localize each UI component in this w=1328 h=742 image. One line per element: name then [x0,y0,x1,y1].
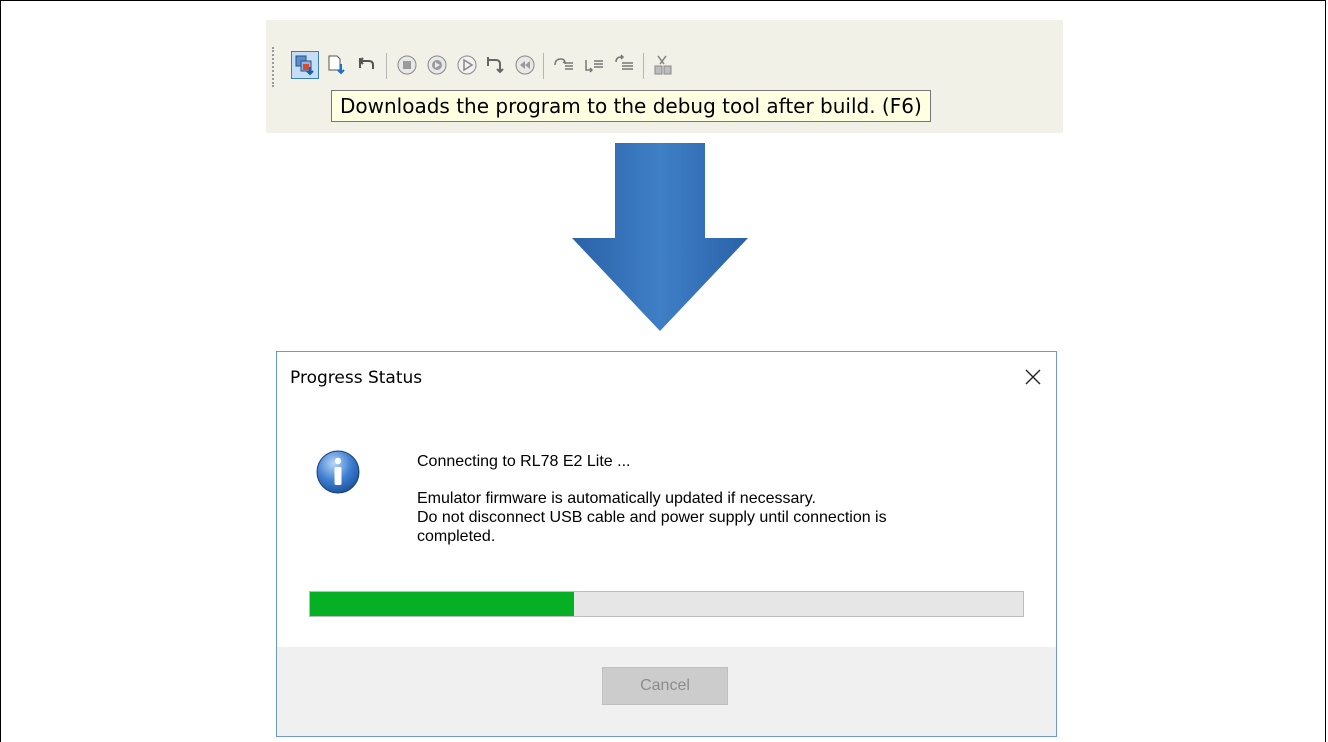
progress-bar [309,591,1024,617]
step-over-button[interactable] [580,51,608,79]
run-button[interactable] [453,51,481,79]
down-arrow-icon [572,143,748,331]
go-icon [427,55,447,75]
toolbar-tooltip: Downloads the program to the debug tool … [331,90,931,122]
step-in-button[interactable] [550,51,578,79]
close-button[interactable] [1018,362,1048,392]
download-icon [328,55,345,75]
toolbar-screenshot: Downloads the program to the debug tool … [266,20,1063,133]
disconnect-icon [358,57,374,69]
toolbar-separator [643,53,644,79]
step-in-icon [554,58,573,70]
restart-button[interactable] [511,51,539,79]
trace-button[interactable] [650,51,678,79]
return-out-button[interactable] [610,51,638,79]
toolbar-separator [386,53,387,79]
progress-status-dialog: Progress Status Connecting to RL78 E2 Li… [276,351,1057,737]
cpu-reset-icon [487,57,504,74]
build-download-icon [295,55,314,76]
debug-toolbar [266,33,906,95]
info-icon [316,450,360,494]
stop-icon [397,55,417,75]
toolbar-grip[interactable] [272,47,276,87]
return-out-icon [615,54,633,70]
cpu-reset-button[interactable] [481,51,509,79]
connecting-message: Connecting to RL78 E2 Lite ... [417,453,631,470]
cancel-button[interactable]: Cancel [602,667,728,705]
toolbar-separator [543,53,544,79]
close-icon [1025,369,1041,385]
stop-button[interactable] [393,51,421,79]
run-icon [457,55,477,75]
download-button[interactable] [323,51,351,79]
build-download-button[interactable] [291,51,319,79]
firmware-message: Emulator firmware is automatically updat… [417,490,816,507]
dialog-footer: Cancel [277,647,1056,736]
warning-message-cont: completed. [417,528,496,545]
progress-fill [310,592,574,616]
restart-icon [515,55,535,75]
dialog-title: Progress Status [290,368,423,388]
warning-message: Do not disconnect USB cable and power su… [417,509,887,526]
trace-icon [654,55,672,75]
disconnect-button[interactable] [353,51,381,79]
go-button[interactable] [423,51,451,79]
step-over-icon [585,60,603,73]
